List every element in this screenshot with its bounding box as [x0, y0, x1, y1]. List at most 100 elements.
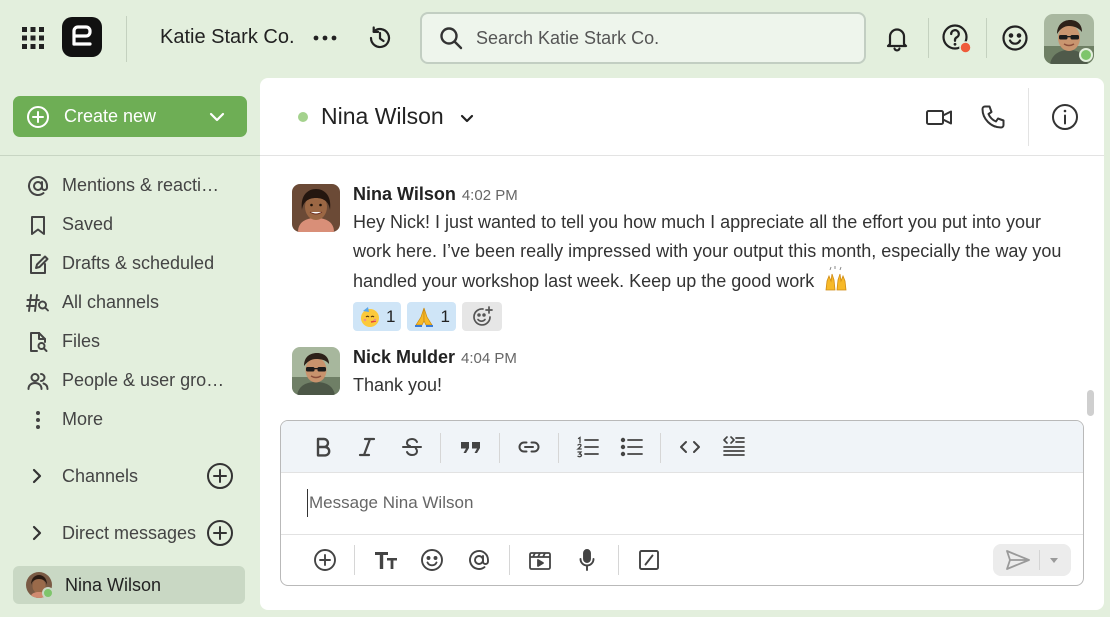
add-reaction-button[interactable]: [461, 302, 502, 331]
presence-status-dot: [42, 587, 54, 599]
dm-label: Nina Wilson: [65, 574, 162, 595]
send-button[interactable]: [993, 544, 1071, 576]
link-icon[interactable]: [516, 434, 542, 460]
code-icon[interactable]: [677, 434, 703, 460]
quote-icon[interactable]: [458, 434, 484, 460]
add-channel-icon[interactable]: [206, 462, 234, 490]
message-timestamp: 4:04 PM: [461, 350, 517, 367]
file-search-icon: [26, 330, 50, 354]
sidebar-item-people[interactable]: People & user gro…: [0, 361, 260, 400]
phone-call-icon[interactable]: [979, 103, 1007, 131]
message-body: Hey Nick! I just wanted to tell you how …: [353, 212, 1062, 291]
slash-command-icon[interactable]: [636, 547, 662, 573]
sidebar-item-label: Drafts & scheduled: [62, 253, 215, 273]
topbar-divider: [928, 18, 929, 58]
direct-messages-section-header[interactable]: Direct messages: [0, 515, 260, 551]
sidebar-item-saved[interactable]: Saved: [0, 205, 260, 244]
plus-circle-icon: [26, 105, 50, 129]
message-input[interactable]: [307, 489, 1047, 517]
create-new-button[interactable]: Create new: [13, 96, 247, 137]
sidebar-item-all-channels[interactable]: All channels: [0, 283, 260, 322]
toolbar-divider: [660, 433, 661, 463]
sidebar-item-dm-nina-wilson[interactable]: Nina Wilson: [13, 566, 245, 604]
channels-section-header[interactable]: Channels: [0, 458, 260, 494]
toolbar-divider: [618, 545, 619, 575]
folded-hands-emoji-icon: [413, 306, 435, 328]
emoji-icon[interactable]: [419, 547, 445, 573]
direct-messages-section-label: Direct messages: [62, 522, 197, 543]
video-clip-icon[interactable]: [527, 547, 553, 573]
info-icon[interactable]: [1050, 102, 1080, 132]
more-vertical-icon: [26, 408, 50, 432]
sidebar-item-mentions[interactable]: Mentions & reacti…: [0, 166, 260, 205]
code-block-icon[interactable]: [721, 434, 747, 460]
partying-face-emoji-icon: [359, 306, 381, 328]
notifications-bell-icon[interactable]: [883, 24, 911, 52]
italic-icon[interactable]: [354, 434, 380, 460]
sidebar-item-label: All channels: [62, 292, 160, 312]
toolbar-divider: [499, 433, 500, 463]
message-body: Thank you!: [353, 375, 443, 395]
composer-divider: [281, 534, 1083, 535]
reactions-row: 1 1: [353, 302, 502, 331]
caret-down-icon[interactable]: [1047, 553, 1061, 567]
chevron-down-icon[interactable]: [207, 107, 227, 127]
avatar[interactable]: [292, 347, 340, 395]
mention-icon[interactable]: [466, 547, 492, 573]
send-divider: [1039, 550, 1040, 570]
history-icon[interactable]: [366, 24, 394, 52]
avatar[interactable]: [292, 184, 340, 232]
presence-status-dot: [1079, 48, 1093, 62]
reaction-chip[interactable]: 1: [407, 302, 456, 331]
sidebar-item-label: More: [62, 409, 104, 429]
conversation-title[interactable]: Nina Wilson: [321, 103, 444, 130]
top-bar: Katie Stark Co.: [0, 0, 1110, 78]
help-icon[interactable]: [940, 22, 974, 56]
sidebar-nav: Mentions & reacti… Saved Drafts & schedu…: [0, 166, 260, 439]
app-grid-icon[interactable]: [22, 27, 44, 49]
formatting-toolbar: [281, 421, 1083, 473]
search-icon: [438, 25, 464, 51]
message-author[interactable]: Nina Wilson 4:02 PM: [353, 184, 518, 205]
microphone-icon[interactable]: [574, 547, 600, 573]
more-horizontal-icon[interactable]: [312, 28, 338, 48]
sidebar-item-files[interactable]: Files: [0, 322, 260, 361]
sidebar-item-label: People & user gro…: [62, 370, 225, 390]
reaction-chip[interactable]: 1: [353, 302, 402, 331]
chevron-right-icon[interactable]: [28, 467, 46, 485]
sidebar: Create new Mentions & reacti… Saved Draf…: [0, 78, 260, 617]
scrollbar-thumb[interactable]: [1087, 390, 1094, 416]
people-icon: [26, 369, 50, 393]
presence-status-dot: [298, 112, 308, 122]
search-box[interactable]: [420, 12, 866, 64]
toolbar-divider: [354, 545, 355, 575]
video-call-icon[interactable]: [924, 103, 954, 131]
add-direct-message-icon[interactable]: [206, 519, 234, 547]
at-icon: [26, 174, 50, 198]
bold-icon[interactable]: [310, 434, 336, 460]
strikethrough-icon[interactable]: [399, 434, 425, 460]
workspace-name[interactable]: Katie Stark Co.: [160, 26, 295, 49]
sidebar-item-label: Mentions & reacti…: [62, 175, 220, 195]
sidebar-item-more[interactable]: More: [0, 400, 260, 439]
chevron-right-icon[interactable]: [28, 524, 46, 542]
text-format-icon[interactable]: [373, 547, 399, 573]
message-timestamp: 4:02 PM: [461, 187, 518, 204]
sidebar-item-drafts[interactable]: Drafts & scheduled: [0, 244, 260, 283]
message-author[interactable]: Nick Mulder 4:04 PM: [353, 347, 517, 368]
numbered-list-icon[interactable]: [575, 434, 601, 460]
app-logo[interactable]: [62, 17, 102, 57]
draft-edit-icon: [26, 252, 50, 276]
message-composer: [280, 420, 1084, 586]
add-attachment-icon[interactable]: [312, 547, 338, 573]
search-input[interactable]: [476, 27, 836, 49]
status-emoji-icon[interactable]: [1000, 23, 1030, 53]
toolbar-divider: [440, 433, 441, 463]
bulleted-list-icon[interactable]: [619, 434, 645, 460]
toolbar-divider: [509, 545, 510, 575]
reaction-count: 1: [386, 306, 396, 326]
chevron-down-icon[interactable]: [458, 109, 476, 127]
topbar-divider: [126, 16, 127, 62]
bookmark-icon: [26, 213, 50, 237]
channels-section-label: Channels: [62, 465, 139, 486]
